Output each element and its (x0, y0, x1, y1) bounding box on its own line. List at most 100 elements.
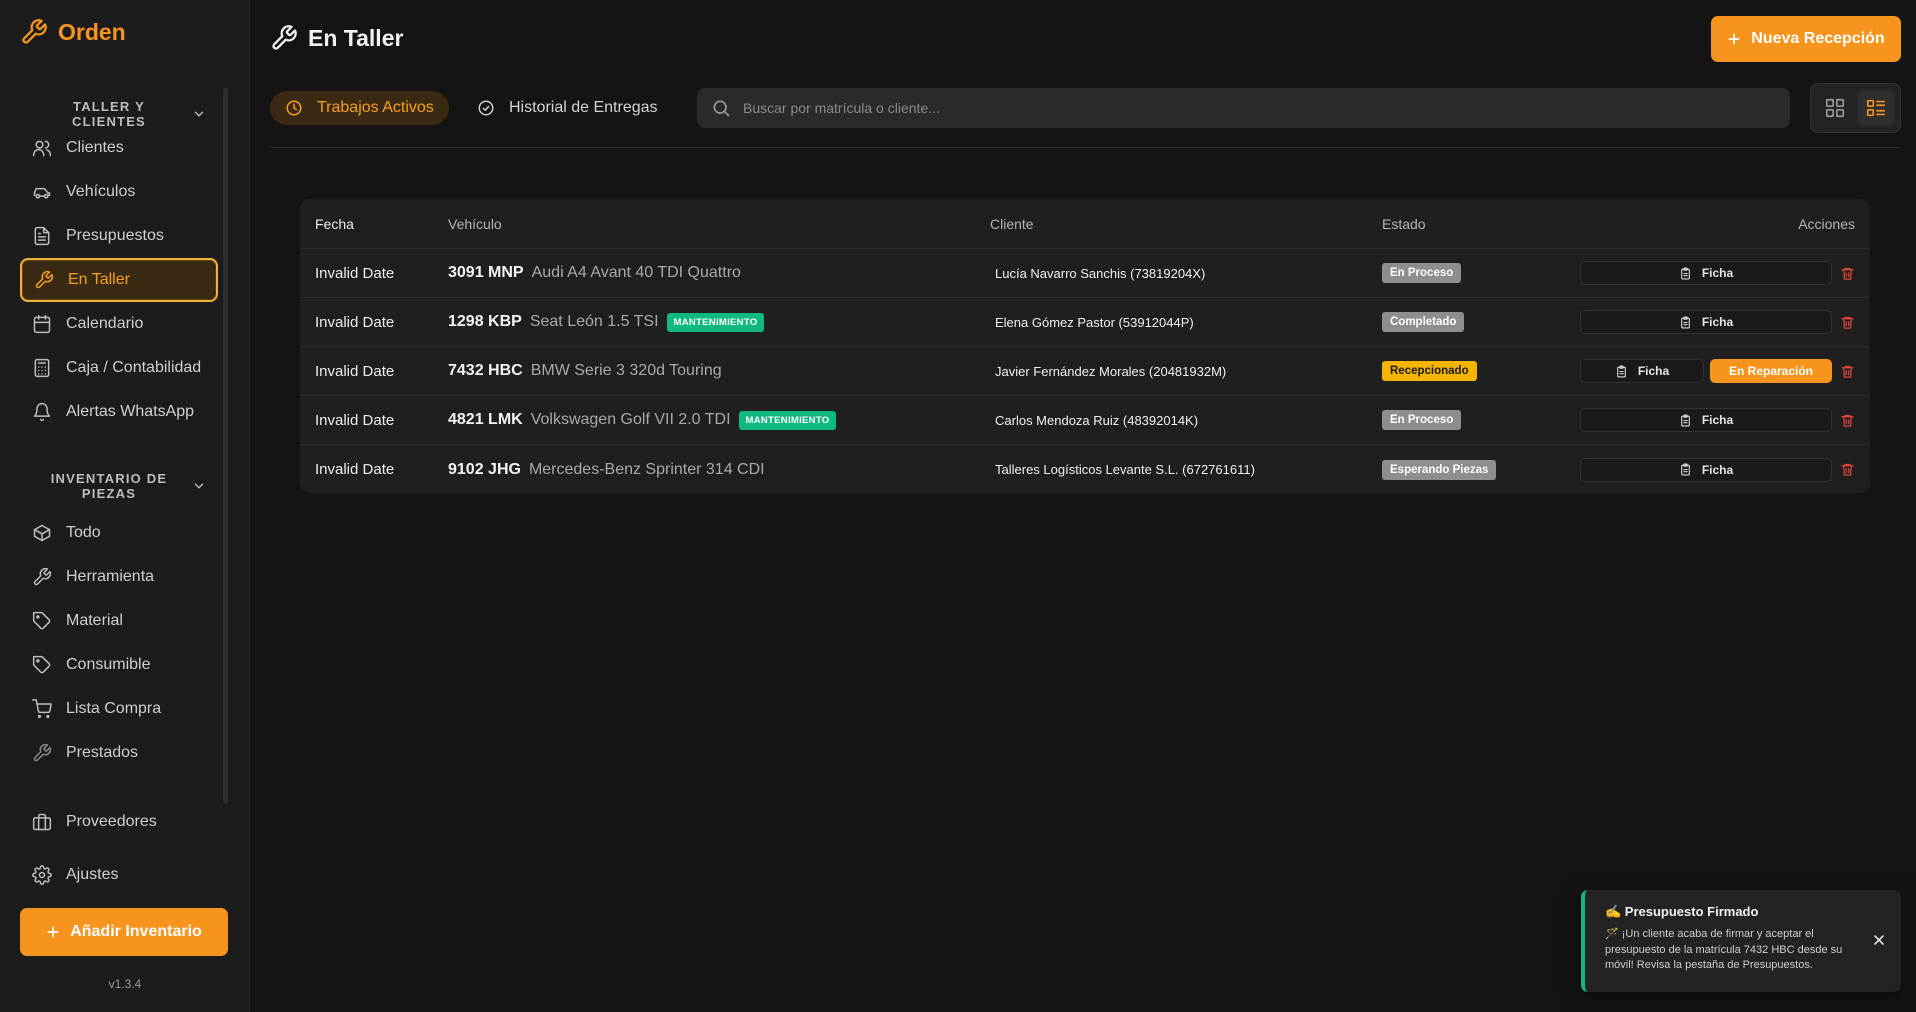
row-client: Javier Fernández Morales (20481932M) (995, 363, 1227, 379)
delete-button[interactable] (1838, 411, 1856, 429)
clipboard-icon (1680, 267, 1690, 279)
sidebar-item-en-taller[interactable]: En Taller (20, 258, 218, 302)
table-row[interactable]: Invalid Date 9102 JHG Mercedes-Benz Spri… (300, 445, 1870, 493)
sidebar-item-caja[interactable]: Caja / Contabilidad (20, 346, 218, 390)
delete-button[interactable] (1838, 461, 1856, 479)
ficha-button[interactable]: Ficha (1580, 457, 1832, 482)
ficha-label: Ficha (1701, 462, 1734, 477)
sidebar-item-proveedores[interactable]: Proveedores (20, 800, 218, 844)
row-actions: Ficha (1564, 261, 1870, 285)
ficha-button[interactable]: Ficha (1580, 359, 1704, 383)
row-client: Elena Gómez Pastor (53912044P) (995, 314, 1194, 330)
row-actions: Ficha (1564, 408, 1870, 432)
users-icon (32, 140, 52, 157)
row-date: Invalid Date (315, 264, 395, 282)
sidebar-item-alertas-whatsapp[interactable]: Alertas WhatsApp (20, 390, 218, 434)
sidebar-scrollbar[interactable] (223, 88, 228, 804)
vehicle-plate: 1298 KBP (448, 313, 522, 330)
row-vehicle: 3091 MNP Audi A4 Avant 40 TDI Quattro (448, 264, 990, 282)
tab-historial-entregas[interactable]: Historial de Entregas (462, 91, 673, 125)
app-version: v1.3.4 (108, 977, 142, 991)
ficha-label: Ficha (1701, 315, 1734, 329)
grid-icon (1825, 98, 1844, 118)
plus-icon (47, 926, 59, 938)
col-fecha[interactable]: Fecha (300, 216, 448, 232)
vehicle-model: BMW Serie 3 320d Touring (530, 362, 722, 379)
sidebar-item-todo[interactable]: Todo (20, 511, 218, 555)
status-badge: En Proceso (1382, 263, 1462, 283)
brand-logo[interactable]: Orden (20, 18, 126, 46)
close-icon[interactable] (1871, 932, 1887, 948)
ficha-button[interactable]: Ficha (1580, 310, 1832, 334)
calendar-icon (33, 314, 51, 334)
search-icon (713, 100, 730, 117)
sidebar-item-lista-compra[interactable]: Lista Compra (20, 687, 218, 731)
section-title: INVENTARIO DE PIEZAS (50, 471, 168, 501)
sidebar-item-material[interactable]: Material (20, 599, 218, 643)
delete-button[interactable] (1838, 264, 1856, 282)
table-row[interactable]: Invalid Date 7432 HBC BMW Serie 3 320d T… (300, 347, 1870, 396)
sidebar-item-label: Ajustes (66, 866, 119, 883)
tab-trabajos-activos[interactable]: Trabajos Activos (270, 91, 449, 125)
delete-button[interactable] (1838, 362, 1856, 380)
col-cliente[interactable]: Cliente (990, 216, 1382, 232)
trash-icon (1840, 316, 1854, 329)
col-estado[interactable]: Estado (1382, 216, 1564, 232)
delete-button[interactable] (1838, 313, 1856, 331)
section-title: TALLER Y CLIENTES (72, 99, 146, 129)
calculator-icon (34, 358, 50, 378)
clock-icon (286, 100, 302, 116)
sidebar-item-ajustes[interactable]: Ajustes (20, 853, 218, 897)
status-badge: En Proceso (1382, 410, 1462, 430)
page-title: En Taller (270, 24, 403, 52)
sidebar-item-label: Alertas WhatsApp (66, 403, 195, 420)
wrench-icon (272, 25, 297, 50)
table-row[interactable]: Invalid Date 4821 LMK Volkswagen Golf VI… (300, 396, 1870, 445)
table-header: Fecha Vehículo Cliente Estado Acciones (300, 199, 1870, 249)
ficha-label: Ficha (1701, 266, 1734, 280)
list-icon (1867, 99, 1886, 117)
add-inventory-button[interactable]: Añadir Inventario (20, 908, 228, 956)
ficha-button[interactable]: Ficha (1580, 408, 1832, 432)
trash-icon (1840, 365, 1854, 378)
en-reparacion-button[interactable]: En Reparación (1710, 359, 1832, 383)
sidebar-item-vehiculos[interactable]: Vehículos (20, 170, 218, 214)
sidebar-item-clientes[interactable]: Clientes (20, 126, 218, 170)
grid-view-button[interactable] (1817, 90, 1853, 126)
row-client: Talleres Logísticos Levante S.L. (672761… (995, 462, 1255, 477)
sidebar-item-herramienta[interactable]: Herramienta (20, 555, 218, 599)
col-acciones: Acciones (1798, 215, 1855, 232)
sidebar-item-prestados[interactable]: Prestados (20, 731, 218, 775)
row-vehicle: 1298 KBP Seat León 1.5 TSI MANTENIMIENTO (448, 312, 990, 332)
row-status: Recepcionado (1382, 361, 1564, 381)
sidebar-item-label: Lista Compra (66, 700, 162, 717)
section-inventario[interactable]: INVENTARIO DE PIEZAS (20, 471, 220, 501)
tag-icon (32, 655, 51, 674)
sidebar-item-calendario[interactable]: Calendario (20, 302, 218, 346)
sidebar-item-label: Vehículos (66, 183, 136, 200)
ficha-button[interactable]: Ficha (1580, 261, 1832, 285)
row-actions: Ficha (1564, 310, 1870, 334)
table-row[interactable]: Invalid Date 3091 MNP Audi A4 Avant 40 T… (300, 249, 1870, 298)
add-inventory-label: Añadir Inventario (70, 923, 202, 940)
sidebar-item-consumible[interactable]: Consumible (20, 643, 218, 687)
car-icon (33, 187, 51, 199)
section-taller-clientes[interactable]: TALLER Y CLIENTES (20, 99, 220, 129)
row-date: Invalid Date (315, 362, 395, 380)
ficha-label: Ficha (1637, 364, 1670, 378)
status-badge: Esperando Piezas (1382, 459, 1497, 480)
header-divider (270, 147, 1901, 148)
sidebar-item-label: Caja / Contabilidad (66, 359, 202, 376)
row-date: Invalid Date (315, 313, 395, 331)
search-input[interactable] (743, 100, 1743, 116)
clipboard-icon (1680, 316, 1690, 328)
table-row[interactable]: Invalid Date 1298 KBP Seat León 1.5 TSI … (300, 298, 1870, 347)
row-vehicle: 9102 JHG Mercedes-Benz Sprinter 314 CDI (448, 461, 990, 479)
new-reception-button[interactable]: Nueva Recepción (1711, 16, 1901, 62)
sidebar: Orden TALLER Y CLIENTES Clientes Vehícul… (0, 0, 250, 1012)
sidebar-item-presupuestos[interactable]: Presupuestos (20, 214, 218, 258)
sidebar-item-label: Prestados (66, 744, 139, 761)
col-vehiculo[interactable]: Vehículo (448, 216, 990, 232)
list-view-button[interactable] (1858, 90, 1895, 126)
jobs-table: Fecha Vehículo Cliente Estado Acciones I… (300, 199, 1870, 493)
